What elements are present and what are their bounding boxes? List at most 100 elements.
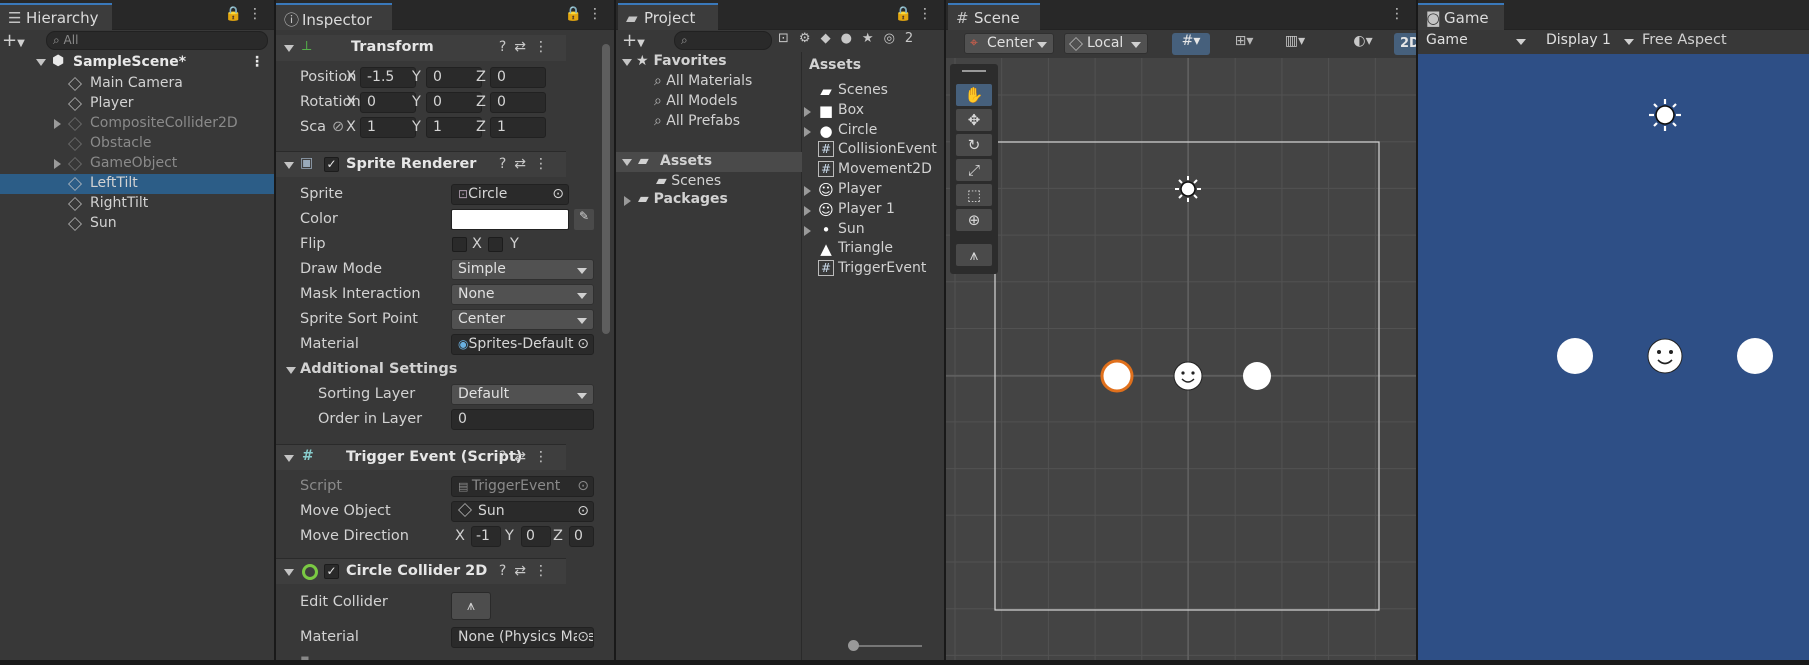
asset-item[interactable]: ▰ Scenes	[804, 82, 942, 98]
favorite-item[interactable]: ⌕ All Materials	[654, 73, 752, 89]
move-object-field[interactable]: Sun ⊙	[451, 501, 594, 522]
aspect-dropdown[interactable]: Free Aspect	[1642, 32, 1727, 48]
component-buttons[interactable]: ?⇄⋮	[499, 39, 556, 55]
slider-handle[interactable]	[848, 640, 859, 651]
scale-x-input[interactable]: 1	[360, 117, 416, 138]
assets-arrow-icon[interactable]	[622, 159, 632, 166]
scene-view[interactable]	[946, 58, 1416, 660]
more-icon[interactable]: ⋮	[534, 563, 556, 579]
more-icon[interactable]: ⋮	[534, 39, 556, 55]
transform-header[interactable]: ⟂ Transform ?⇄⋮	[276, 35, 566, 61]
asset-item[interactable]: ☺ Player	[804, 181, 942, 197]
draw-mode-dropdown[interactable]: Simple	[451, 259, 594, 280]
expand-arrow-icon[interactable]	[54, 119, 61, 129]
circle-collider-enabled-checkbox[interactable]: ✓	[324, 564, 339, 579]
hierarchy-item[interactable]: GameObject	[0, 154, 274, 174]
scale-x-axis-label[interactable]: X	[346, 119, 356, 135]
asset-item[interactable]: ● Circle	[804, 122, 942, 138]
scene-root[interactable]: ⬢ SampleScene* ⋮	[0, 53, 274, 73]
position-z-axis-label[interactable]: Z	[476, 69, 486, 85]
hierarchy-item[interactable]: Obstacle	[0, 134, 274, 154]
rotation-z-input[interactable]: 0	[490, 92, 546, 113]
scale-z-axis-label[interactable]: Z	[476, 119, 486, 135]
project-add-button[interactable]: +▼	[622, 30, 645, 51]
more-icon[interactable]: ⋮	[534, 156, 556, 172]
expand-arrow-icon[interactable]	[804, 205, 811, 216]
hierarchy-item[interactable]: CompositeCollider2D	[0, 114, 274, 134]
component-buttons[interactable]: ?⇄⋮	[499, 156, 556, 172]
label-icon[interactable]: ◆	[821, 31, 841, 46]
expand-arrow-icon[interactable]	[804, 106, 811, 117]
more-icon[interactable]: ⋮	[248, 6, 268, 22]
tab-project[interactable]: ▰ Project	[618, 3, 718, 30]
expand-arrow-icon[interactable]	[804, 126, 811, 137]
tree-scenes[interactable]: ▰ Scenes	[656, 173, 721, 189]
sorting-layer-dropdown[interactable]: Default	[451, 384, 594, 405]
lock-icon[interactable]: 🔒	[225, 6, 248, 22]
game-view-dropdown[interactable]: Game	[1420, 31, 1532, 52]
trigger-event-header[interactable]: # Trigger Event (Script) ?⇄⋮	[276, 444, 566, 470]
scene-menu-icon[interactable]: ⋮	[250, 54, 264, 70]
assets-node[interactable]: ▰ Assets	[616, 152, 802, 172]
direction-z-axis-label[interactable]: Z	[553, 528, 563, 544]
direction-y-input[interactable]: 0	[521, 526, 551, 547]
lock-icon[interactable]: 🔒	[895, 6, 918, 22]
object-picker-icon[interactable]: ⊙	[552, 186, 564, 202]
material-field[interactable]: ◉Sprites-Default ⊙	[451, 334, 594, 355]
favorites-node[interactable]: ★ Favorites	[636, 53, 727, 69]
tab-hierarchy[interactable]: ☰ Hierarchy	[0, 3, 112, 30]
preset-icon[interactable]: ⇄	[514, 156, 534, 172]
circle-collider-header[interactable]: ✓ Circle Collider 2D ?⇄⋮	[276, 558, 566, 584]
asset-item[interactable]: # CollisionEvent	[804, 141, 942, 158]
grid-visibility-button[interactable]: ▥▾	[1272, 33, 1318, 55]
transform-tool-icon[interactable]: ⊕	[956, 209, 992, 231]
inspector-scrollbar[interactable]	[602, 44, 610, 334]
custom-editor-tool-icon[interactable]: ⩚	[956, 244, 992, 266]
direction-x-input[interactable]: -1	[471, 526, 501, 547]
hierarchy-item[interactable]: LeftTilt	[0, 174, 274, 194]
component-buttons[interactable]: ?⇄⋮	[499, 449, 556, 465]
scale-tool-icon[interactable]: ⤢	[956, 159, 992, 181]
edit-collider-button[interactable]: ⩚	[451, 592, 491, 620]
filter-icon[interactable]: ⚙	[799, 31, 821, 46]
2d-toggle[interactable]: 2D	[1394, 33, 1416, 55]
asset-item[interactable]: ☺ Player 1	[804, 201, 942, 217]
scene-tab-buttons[interactable]: ⋮	[1390, 6, 1410, 22]
preset-icon[interactable]: ⇄	[514, 449, 534, 465]
position-z-input[interactable]: 0	[490, 67, 546, 88]
direction-y-axis-label[interactable]: Y	[505, 528, 514, 544]
object-picker-icon[interactable]: ⊙	[577, 629, 589, 645]
position-x-axis-label[interactable]: X	[346, 69, 356, 85]
position-y-input[interactable]: 0	[426, 67, 482, 88]
asset-item[interactable]: ■ Box	[804, 102, 942, 118]
direction-z-input[interactable]: 0	[569, 526, 594, 547]
scale-z-input[interactable]: 1	[490, 117, 546, 138]
tab-inspector[interactable]: ⓘ Inspector	[276, 3, 392, 30]
project-search-input[interactable]: ⌕	[674, 31, 772, 50]
overlay-drag-handle[interactable]	[962, 70, 986, 72]
direction-x-axis-label[interactable]: X	[455, 528, 465, 544]
hierarchy-item[interactable]: RightTilt	[0, 194, 274, 214]
scale-y-input[interactable]: 1	[426, 117, 482, 138]
grid-snap-button[interactable]: #▾	[1172, 33, 1210, 55]
expand-arrow-icon[interactable]	[36, 59, 46, 66]
icon-size-slider[interactable]	[848, 640, 922, 651]
hierarchy-item[interactable]: Player	[0, 94, 274, 114]
preset-icon[interactable]: ⇄	[514, 563, 534, 579]
expand-arrow-icon[interactable]	[804, 225, 811, 236]
project-tab-buttons[interactable]: 🔒⋮	[895, 6, 938, 22]
order-in-layer-input[interactable]: 0	[451, 409, 594, 430]
space-dropdown[interactable]: Local	[1064, 33, 1148, 54]
rotation-y-axis-label[interactable]: Y	[412, 94, 421, 110]
help-icon[interactable]: ?	[499, 563, 514, 579]
asset-item[interactable]: • Sun	[804, 221, 942, 237]
additional-settings-label[interactable]: Additional Settings	[300, 361, 457, 377]
tree-packages[interactable]: ▰ Packages	[638, 191, 728, 207]
position-y-axis-label[interactable]: Y	[412, 69, 421, 85]
packages-arrow-icon[interactable]	[624, 196, 631, 206]
help-icon[interactable]: ?	[499, 156, 514, 172]
help-icon[interactable]: ?	[499, 449, 514, 465]
favorite-star-icon[interactable]: ★	[862, 31, 884, 46]
asset-item[interactable]: ▲ Triangle	[804, 240, 942, 256]
asset-item[interactable]: # Movement2D	[804, 161, 942, 178]
